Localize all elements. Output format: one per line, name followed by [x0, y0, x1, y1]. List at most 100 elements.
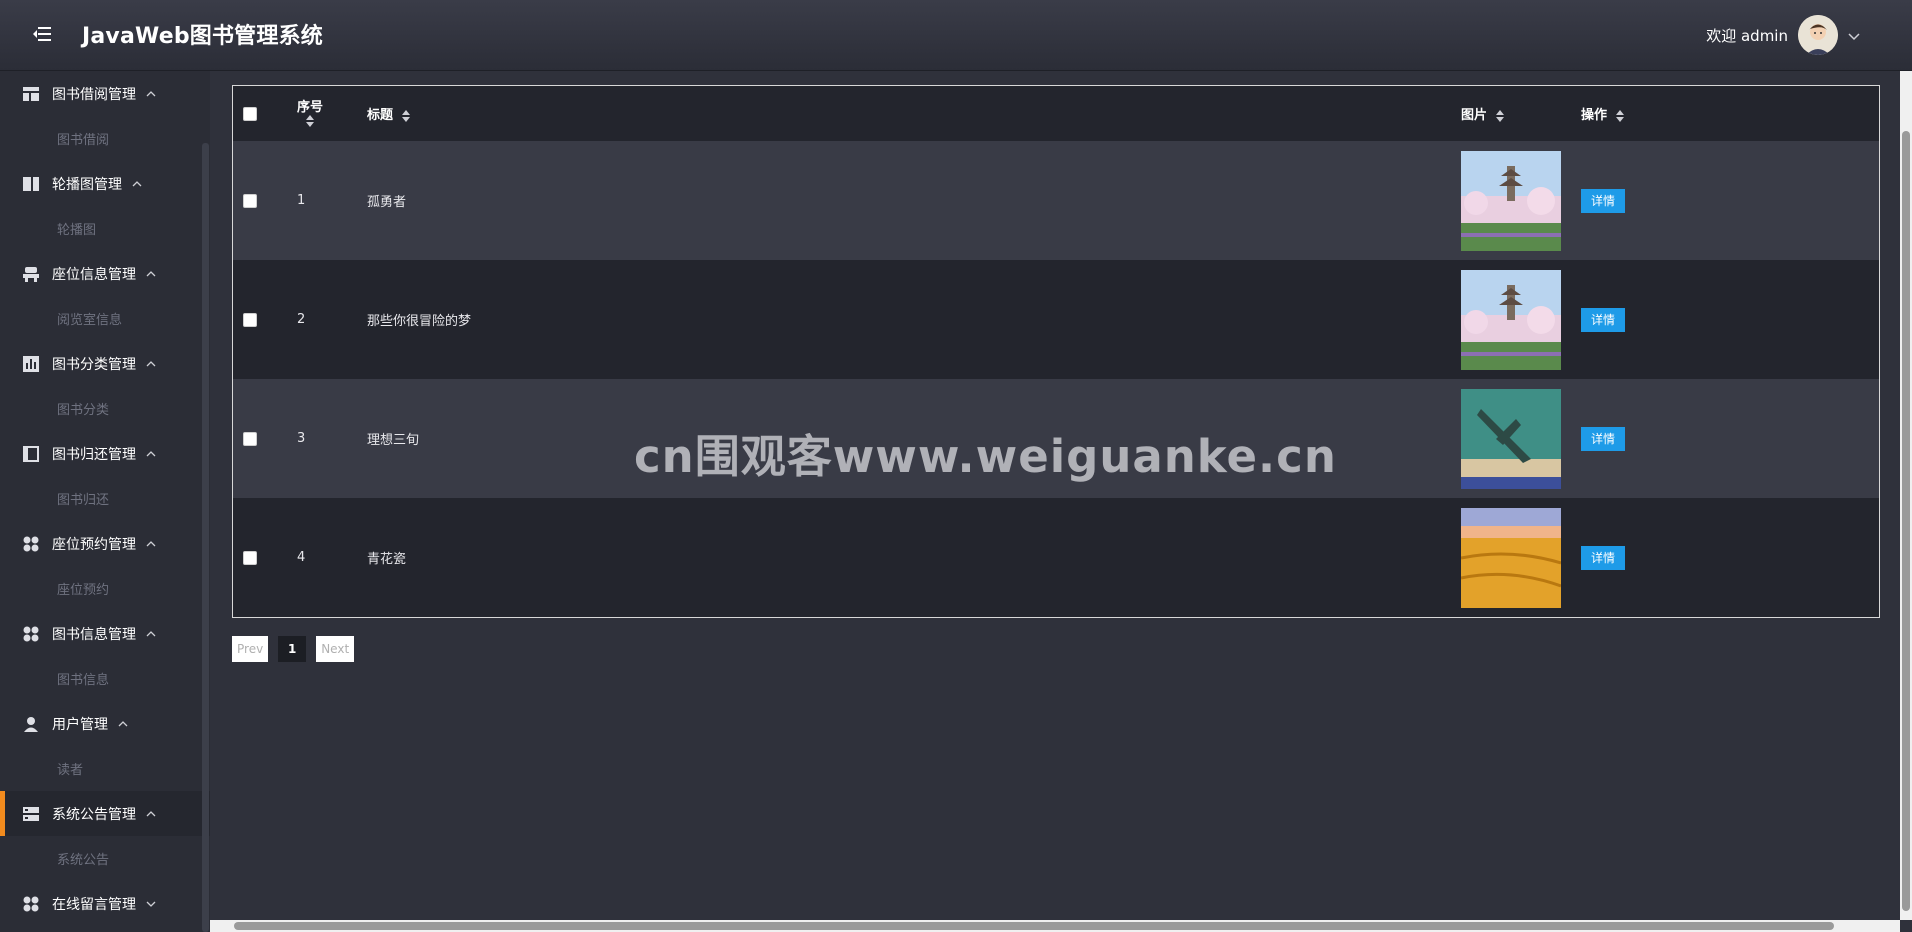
pagination: Prev 1 Next	[232, 636, 355, 662]
sidebar-item-label: 座位预约管理	[52, 536, 136, 553]
user-avatar[interactable]	[1798, 15, 1838, 55]
horizontal-scrollbar[interactable]	[210, 920, 1900, 932]
sidebar-item-label: 图书分类管理	[52, 356, 136, 373]
column-header-label: 操作	[1581, 108, 1608, 123]
vertical-scrollbar[interactable]	[1900, 71, 1912, 920]
chevron-up-icon	[146, 89, 156, 99]
sidebar-subitem-borrow[interactable]: 图书借阅	[0, 116, 210, 161]
next-page-button[interactable]: Next	[316, 636, 355, 662]
main-content: 序号 标题 图片 操作 1 孤勇者 详情 2 那些你很冒险的梦 详情 3 理想三…	[210, 71, 1900, 920]
menu-fold-icon[interactable]	[28, 20, 56, 48]
row-index: 1	[297, 193, 306, 208]
apps-icon	[22, 625, 40, 643]
column-header-title[interactable]: 标题	[367, 104, 410, 123]
row-checkbox[interactable]	[243, 312, 257, 327]
column-header-index[interactable]: 序号	[297, 96, 323, 131]
chevron-up-icon	[146, 539, 156, 549]
chevron-up-icon	[146, 629, 156, 639]
sidebar-item-label: 图书信息管理	[52, 626, 136, 643]
sidebar-item-seat-info-management[interactable]: 座位信息管理	[0, 251, 210, 296]
sidebar-item-notice-management[interactable]: 系统公告管理	[0, 791, 210, 836]
sort-icon[interactable]	[306, 115, 314, 131]
column-header-label: 标题	[367, 108, 394, 123]
server-icon	[22, 805, 40, 823]
chevron-up-icon	[118, 719, 128, 729]
sidebar-group-book-info: 图书信息管理 图书信息	[0, 611, 210, 701]
sidebar-group-seat-reserve: 座位预约管理 座位预约	[0, 521, 210, 611]
table-row: 4 青花瓷 详情	[233, 498, 1879, 617]
sidebar-item-label: 轮播图管理	[52, 176, 122, 193]
sidebar-group-seat-info: 座位信息管理 阅览室信息	[0, 251, 210, 341]
columns-icon	[22, 175, 40, 193]
sort-icon[interactable]	[1615, 109, 1624, 122]
select-all-checkbox[interactable]	[243, 106, 257, 121]
seat-icon	[22, 265, 40, 283]
sidebar-item-label: 系统公告管理	[52, 806, 136, 823]
chevron-up-icon	[146, 359, 156, 369]
column-header-image[interactable]: 图片	[1461, 104, 1504, 123]
detail-button[interactable]: 详情	[1581, 307, 1626, 332]
sidebar-subitem-return[interactable]: 图书归还	[0, 476, 210, 521]
row-title: 那些你很冒险的梦	[367, 314, 472, 329]
sidebar-item-category-management[interactable]: 图书分类管理	[0, 341, 210, 386]
sidebar: 图书借阅管理 图书借阅 轮播图管理 轮播图 座位信息管理 阅览室信息 图书分类管…	[0, 71, 210, 932]
chevron-up-icon	[146, 269, 156, 279]
sidebar-item-message-management[interactable]: 在线留言管理	[0, 881, 210, 926]
sidebar-item-borrow-management[interactable]: 图书借阅管理	[0, 71, 210, 116]
chevron-up-icon	[146, 809, 156, 819]
airplane-beach-image[interactable]	[1461, 388, 1561, 489]
row-checkbox[interactable]	[243, 431, 257, 446]
row-checkbox[interactable]	[243, 193, 257, 208]
sidebar-item-seat-reserve-management[interactable]: 座位预约管理	[0, 521, 210, 566]
user-menu[interactable]: 欢迎 admin	[1706, 14, 1860, 56]
apps-icon	[22, 895, 40, 913]
page-number-button[interactable]: 1	[278, 636, 307, 662]
sidebar-item-label: 用户管理	[52, 716, 108, 733]
detail-button[interactable]: 详情	[1581, 426, 1626, 451]
row-checkbox[interactable]	[243, 550, 257, 565]
sidebar-group-return: 图书归还管理 图书归还	[0, 431, 210, 521]
table-row: 1 孤勇者 详情	[233, 141, 1879, 260]
app-title: JavaWeb图书管理系统	[82, 24, 323, 49]
sidebar-group-carousel: 轮播图管理 轮播图	[0, 161, 210, 251]
sidebar-group-users: 用户管理 读者	[0, 701, 210, 791]
prev-page-button[interactable]: Prev	[232, 636, 269, 662]
sidebar-group-borrow: 图书借阅管理 图书借阅	[0, 71, 210, 161]
vertical-scrollbar-thumb[interactable]	[1902, 131, 1910, 911]
column-header-action[interactable]: 操作	[1581, 104, 1624, 123]
sidebar-subitem-book-info[interactable]: 图书信息	[0, 656, 210, 701]
horizontal-scrollbar-thumb[interactable]	[234, 922, 1834, 930]
row-title: 孤勇者	[367, 195, 407, 210]
top-header: JavaWeb图书管理系统 欢迎 admin	[0, 0, 1912, 71]
detail-button[interactable]: 详情	[1581, 188, 1626, 213]
pagoda-blossom-image[interactable]	[1461, 269, 1561, 370]
sidebar-subitem-carousel[interactable]: 轮播图	[0, 206, 210, 251]
pagoda-blossom-image[interactable]	[1461, 150, 1561, 251]
sidebar-subitem-seat-reserve[interactable]: 座位预约	[0, 566, 210, 611]
sidebar-item-label: 座位信息管理	[52, 266, 136, 283]
chevron-down-icon[interactable]	[1848, 26, 1860, 45]
sort-icon[interactable]	[401, 109, 410, 122]
sidebar-group-message: 在线留言管理	[0, 881, 210, 926]
sidebar-subitem-notice[interactable]: 系统公告	[0, 836, 210, 881]
wheat-field-image[interactable]	[1461, 507, 1561, 608]
sort-icon[interactable]	[1495, 109, 1504, 122]
bar-chart-icon	[22, 355, 40, 373]
detail-button[interactable]: 详情	[1581, 545, 1626, 570]
watermark-text: cn围观客www.weiguanke.cn	[634, 430, 1337, 483]
sidebar-item-book-info-management[interactable]: 图书信息管理	[0, 611, 210, 656]
sidebar-item-carousel-management[interactable]: 轮播图管理	[0, 161, 210, 206]
column-header-label: 序号	[297, 100, 324, 115]
sidebar-subitem-reading-room[interactable]: 阅览室信息	[0, 296, 210, 341]
chevron-down-icon	[146, 899, 156, 909]
table-header: 序号 标题 图片 操作	[233, 86, 1879, 141]
sidebar-subitem-category[interactable]: 图书分类	[0, 386, 210, 431]
column-header-label: 图片	[1461, 108, 1488, 123]
sidebar-subitem-reader[interactable]: 读者	[0, 746, 210, 791]
sidebar-item-user-management[interactable]: 用户管理	[0, 701, 210, 746]
sidebar-item-return-management[interactable]: 图书归还管理	[0, 431, 210, 476]
row-title: 理想三旬	[367, 433, 420, 448]
sidebar-scrollbar[interactable]	[202, 143, 209, 932]
row-index: 3	[297, 431, 306, 446]
layout-icon	[22, 85, 40, 103]
